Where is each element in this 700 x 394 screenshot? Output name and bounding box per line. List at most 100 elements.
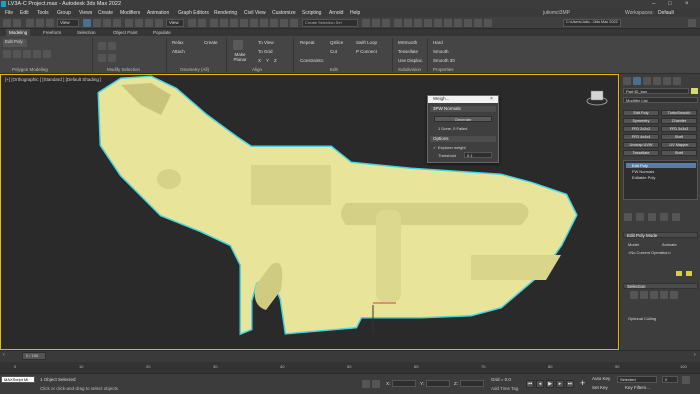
edit-poly-modifier-button[interactable]: Edit Poly: [623, 110, 659, 116]
reference-coordinate-dropdown[interactable]: View: [166, 19, 184, 27]
arnold-tools-icon[interactable]: [474, 19, 482, 27]
motion-panel-icon[interactable]: [653, 77, 661, 85]
vertex-icon[interactable]: [3, 50, 11, 58]
border-select-icon[interactable]: [650, 291, 658, 299]
loop-icon[interactable]: [98, 54, 106, 62]
selection-lock-icon[interactable]: [372, 380, 380, 388]
scale-icon[interactable]: [145, 19, 153, 27]
chamfer-modifier-button[interactable]: Chamfer: [661, 118, 697, 124]
curve-editor-icon[interactable]: [362, 19, 370, 27]
render-production-icon[interactable]: [414, 19, 422, 27]
menu-customize[interactable]: Customize: [272, 10, 296, 16]
y-coordinate-input[interactable]: [426, 380, 450, 387]
material-editor-icon[interactable]: [382, 19, 390, 27]
swift-loop-button[interactable]: Swift Loop: [356, 40, 377, 45]
percent-snap-icon[interactable]: [230, 19, 238, 27]
vertex-select-icon[interactable]: [630, 291, 638, 299]
stack-item-edit-poly[interactable]: Edit Poly: [626, 163, 696, 168]
shrink-icon[interactable]: [108, 42, 116, 50]
align-icon[interactable]: [270, 19, 278, 27]
p-connect-button[interactable]: P Connect: [356, 49, 377, 54]
meshsmooth-button[interactable]: MSmooth: [398, 40, 417, 45]
menu-create[interactable]: Create: [98, 10, 113, 16]
timeline-right-arrow-icon[interactable]: ›: [694, 352, 696, 358]
rendered-frame-window-icon[interactable]: [404, 19, 412, 27]
menu-file[interactable]: File: [5, 10, 13, 16]
project-folder-icon[interactable]: [688, 19, 696, 27]
time-config-icon[interactable]: [682, 376, 690, 384]
utilities-panel-icon[interactable]: [673, 77, 681, 85]
add-time-tag[interactable]: Add Time Tag: [491, 386, 518, 391]
viewcube-icon[interactable]: [585, 87, 609, 107]
edit-named-selection-icon[interactable]: [250, 19, 258, 27]
toggle-ribbon-icon[interactable]: [290, 19, 298, 27]
timeline-left-arrow-icon[interactable]: ‹: [3, 352, 5, 358]
layer-explorer-icon[interactable]: [280, 19, 288, 27]
bind-space-warp-icon[interactable]: [46, 19, 54, 27]
edit-poly-dropdown[interactable]: Edit Poly: [3, 39, 27, 47]
model-radio[interactable]: Model: [628, 242, 639, 247]
use-displace-button[interactable]: Use Displac.: [398, 58, 423, 63]
snaps-toggle-icon[interactable]: [210, 19, 218, 27]
smooth-30-button[interactable]: Smooth 30: [433, 58, 455, 63]
object-color-swatch[interactable]: [691, 88, 698, 94]
window-crossing-icon[interactable]: [113, 19, 121, 27]
display-panel-icon[interactable]: [663, 77, 671, 85]
tessellate-modifier-button[interactable]: Tessellate: [623, 150, 659, 156]
swatch-yellow-2[interactable]: [686, 271, 692, 276]
shell-modifier-button[interactable]: Shell: [661, 134, 697, 140]
project-path-field[interactable]: C:\Users\Julio...\3ds Max 2022: [563, 19, 621, 27]
animate-radio[interactable]: Animate: [662, 242, 677, 247]
keyboard-shortcut-icon[interactable]: [198, 19, 206, 27]
mirror-icon[interactable]: [260, 19, 268, 27]
minimize-button[interactable]: –: [652, 1, 655, 7]
modifier-list-dropdown[interactable]: Modifier List: [623, 97, 698, 103]
ffd2-modifier-button[interactable]: FFD 2x2x2: [623, 126, 659, 132]
create-button[interactable]: Create: [204, 40, 218, 45]
make-unique-icon[interactable]: [648, 213, 656, 221]
menu-civil-view[interactable]: Civil View: [244, 10, 266, 16]
pin-stack-icon[interactable]: [624, 213, 632, 221]
polygon-select-icon[interactable]: [660, 291, 668, 299]
tab-selection[interactable]: Selection: [74, 29, 99, 36]
go-to-start-icon[interactable]: ⏮: [526, 380, 534, 388]
rotate-icon[interactable]: [135, 19, 143, 27]
edge-icon[interactable]: [13, 50, 21, 58]
shell2-modifier-button[interactable]: Shell: [661, 150, 697, 156]
dialog-section-options[interactable]: Options: [430, 136, 496, 142]
ffd3-modifier-button[interactable]: FFD 3x3x3: [661, 126, 697, 132]
menu-edit[interactable]: Edit: [20, 10, 29, 16]
selection-filter-dropdown[interactable]: View: [57, 19, 79, 27]
remove-modifier-icon[interactable]: [660, 213, 668, 221]
undo-icon[interactable]: [3, 19, 11, 27]
schematic-view-icon[interactable]: [372, 19, 380, 27]
polygon-icon[interactable]: [33, 50, 41, 58]
viewport-perspective[interactable]: [+] [Orthographic ] [Standard ] [Default…: [0, 74, 619, 350]
render-in-cloud-icon[interactable]: [424, 19, 432, 27]
angle-snap-icon[interactable]: [220, 19, 228, 27]
object-name-field[interactable]: Part ID_box: [623, 88, 689, 94]
qslice-button[interactable]: QSlice: [330, 40, 343, 45]
play-icon[interactable]: ▶: [546, 380, 554, 388]
rollout-selection[interactable]: Selection: [623, 283, 698, 289]
a360-gallery-icon[interactable]: [434, 19, 442, 27]
track-bar[interactable]: 0 10 20 30 40 50 60 70 80 90 100: [0, 362, 700, 373]
smooth-button[interactable]: Smooth: [433, 49, 449, 54]
maxscript-listener[interactable]: MAXScript Mi: [1, 376, 35, 383]
redo-icon[interactable]: [13, 19, 21, 27]
threshold-input[interactable]: 0.1: [464, 152, 492, 158]
frame-counter[interactable]: 0 / 100: [22, 352, 46, 360]
edge-select-icon[interactable]: [640, 291, 648, 299]
turbosmooth-modifier-button[interactable]: TurboSmooth: [661, 110, 697, 116]
auto-key-button[interactable]: Auto Key: [592, 376, 610, 381]
menu-tools[interactable]: Tools: [37, 10, 49, 16]
show-end-result-icon[interactable]: [636, 213, 644, 221]
select-object-icon[interactable]: [83, 19, 91, 27]
relax-button[interactable]: Relax: [172, 40, 184, 45]
stack-item-fw-normals[interactable]: FW Normals: [626, 169, 696, 174]
close-button[interactable]: ×: [685, 1, 689, 7]
pivot-point-icon[interactable]: [188, 19, 196, 27]
make-planar-icon[interactable]: [233, 40, 243, 50]
menu-group[interactable]: Group: [57, 10, 71, 16]
rectangular-selection-icon[interactable]: [103, 19, 111, 27]
